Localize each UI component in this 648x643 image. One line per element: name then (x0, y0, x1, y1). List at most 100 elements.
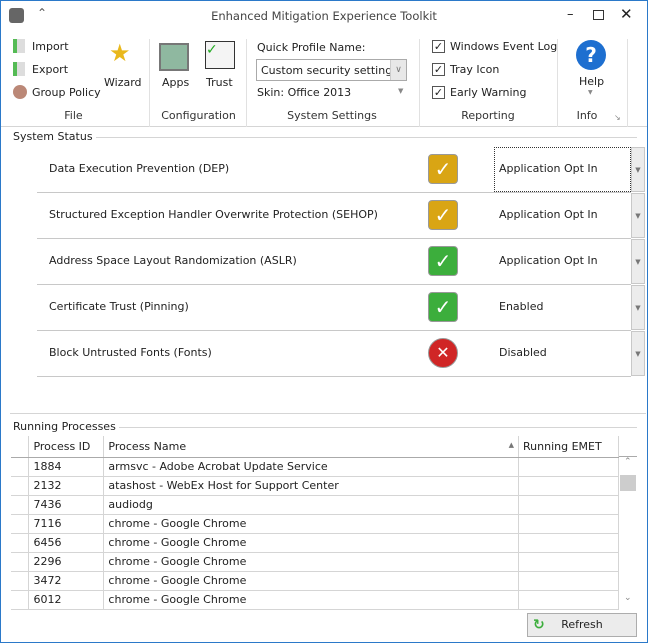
import-icon (13, 39, 25, 53)
status-row-aslr: Address Space Layout Randomization (ASLR… (37, 239, 631, 285)
table-row[interactable]: 7436 audiodg (11, 495, 619, 515)
status-value-select[interactable]: Application Opt In (499, 254, 598, 267)
status-value-select[interactable]: Enabled (499, 300, 543, 313)
process-name-cell: atashost - WebEx Host for Support Center (103, 476, 520, 496)
table-row[interactable]: 2296 chrome - Google Chrome (11, 552, 619, 572)
early-warning-label: Early Warning (450, 86, 527, 99)
skin-select[interactable]: Skin: Office 2013 (257, 86, 351, 99)
column-header-running-emet[interactable]: Running EMET (518, 436, 619, 458)
row-indicator (11, 457, 30, 477)
column-header-process-id[interactable]: Process ID (28, 436, 105, 458)
skin-dropdown-icon[interactable]: ▼ (398, 87, 403, 95)
running-emet-cell (518, 571, 619, 591)
status-row-fonts: Block Untrusted Fonts (Fonts) ✕ Disabled (37, 331, 631, 377)
close-button[interactable]: ✕ (620, 5, 633, 23)
group-policy-icon (13, 85, 27, 99)
aslr-dropdown-button[interactable]: ▼ (631, 239, 645, 284)
row-indicator (11, 495, 30, 515)
table-row[interactable]: 7116 chrome - Google Chrome (11, 514, 619, 534)
windows-event-log-checkbox[interactable]: ✓ (432, 40, 445, 53)
table-row[interactable]: 3472 chrome - Google Chrome (11, 571, 619, 591)
dialog-launcher-icon[interactable]: ↘ (614, 113, 621, 122)
chevron-down-icon[interactable]: ∨ (390, 60, 406, 80)
dep-dropdown-button[interactable]: ▼ (631, 147, 645, 192)
process-id-cell: 7436 (28, 495, 105, 515)
status-row-dep: Data Execution Prevention (DEP) ✓ Applic… (37, 147, 631, 193)
status-name: Certificate Trust (Pinning) (49, 300, 189, 313)
refresh-button[interactable]: ↻ Refresh (527, 613, 637, 637)
fonts-dropdown-button[interactable]: ▼ (631, 331, 645, 376)
scroll-up-icon[interactable]: ⌃ (624, 457, 632, 467)
help-dropdown-icon[interactable]: ▼ (588, 89, 593, 96)
row-indicator-header (11, 436, 30, 458)
process-id-cell: 7116 (28, 514, 105, 534)
table-row[interactable]: 6012 chrome - Google Chrome (11, 590, 619, 610)
vertical-scrollbar[interactable]: ⌃ ⌄ (619, 457, 637, 608)
row-indicator (11, 514, 30, 534)
running-emet-cell (518, 476, 619, 496)
group-label-info: Info (576, 109, 598, 122)
status-value-select[interactable]: Application Opt In (499, 208, 598, 221)
table-row[interactable]: 6456 chrome - Google Chrome (11, 533, 619, 553)
quick-profile-select[interactable]: Custom security settings ∨ (256, 59, 407, 81)
group-label-configuration: Configuration (161, 109, 236, 122)
ok-check-icon: ✓ (428, 292, 458, 322)
sort-ascending-icon: ▲ (508, 441, 515, 449)
scrollbar-thumb[interactable] (620, 475, 636, 491)
running-processes-title: Running Processes (10, 420, 119, 433)
status-name: Address Space Layout Randomization (ASLR… (49, 254, 297, 267)
process-name-cell: chrome - Google Chrome (103, 514, 520, 534)
process-table: Process ID Process Name ▲ Running EMET 18… (11, 436, 619, 610)
warning-check-icon: ✓ (428, 200, 458, 230)
column-header-process-name[interactable]: Process Name ▲ (103, 436, 520, 458)
apps-icon (159, 43, 189, 71)
group-label-reporting: Reporting (461, 109, 515, 122)
running-emet-cell (518, 457, 619, 477)
export-button[interactable]: Export (32, 63, 68, 76)
row-indicator (11, 571, 30, 591)
running-emet-cell (518, 495, 619, 515)
app-window: ⌃ Enhanced Mitigation Experience Toolkit… (0, 0, 648, 643)
process-name-cell: audiodg (103, 495, 520, 515)
running-emet-cell (518, 590, 619, 610)
row-indicator (11, 552, 30, 572)
help-button[interactable]: Help (579, 75, 604, 88)
minimize-button[interactable]: – (567, 7, 574, 22)
early-warning-checkbox[interactable]: ✓ (432, 86, 445, 99)
pinning-dropdown-button[interactable]: ▼ (631, 285, 645, 330)
running-emet-cell (518, 514, 619, 534)
quick-profile-label: Quick Profile Name: (257, 41, 366, 54)
process-id-cell: 1884 (28, 457, 105, 477)
windows-event-log-label: Windows Event Log (450, 40, 558, 53)
status-row-sehop: Structured Exception Handler Overwrite P… (37, 193, 631, 239)
trust-button[interactable]: Trust (206, 76, 233, 89)
column-label: Process Name (108, 439, 187, 453)
trust-icon: ✓ (205, 41, 235, 69)
process-name-cell: chrome - Google Chrome (103, 571, 520, 591)
focus-rect (494, 147, 631, 192)
table-row[interactable]: 1884 armsvc - Adobe Acrobat Update Servic… (11, 457, 619, 477)
status-name: Data Execution Prevention (DEP) (49, 162, 230, 175)
refresh-label: Refresh (561, 618, 603, 631)
process-name-cell: chrome - Google Chrome (103, 590, 520, 610)
apps-button[interactable]: Apps (162, 76, 189, 89)
tray-icon-checkbox[interactable]: ✓ (432, 63, 445, 76)
status-value-select[interactable]: Disabled (499, 346, 547, 359)
system-status-title: System Status (10, 130, 96, 143)
import-button[interactable]: Import (32, 40, 69, 53)
process-name-cell: chrome - Google Chrome (103, 552, 520, 572)
process-name-cell: armsvc - Adobe Acrobat Update Service (103, 457, 520, 477)
maximize-button[interactable] (593, 10, 604, 20)
group-label-system-settings: System Settings (287, 109, 377, 122)
export-icon (13, 62, 25, 76)
quick-profile-value: Custom security settings (261, 64, 398, 77)
table-row[interactable]: 2132 atashost - WebEx Host for Support Ce… (11, 476, 619, 496)
sehop-dropdown-button[interactable]: ▼ (631, 193, 645, 238)
status-name: Block Untrusted Fonts (Fonts) (49, 346, 212, 359)
ok-check-icon: ✓ (428, 246, 458, 276)
group-policy-button[interactable]: Group Policy (32, 86, 101, 99)
scroll-down-icon[interactable]: ⌄ (624, 593, 632, 603)
process-id-cell: 6012 (28, 590, 105, 610)
wizard-button[interactable]: Wizard (104, 76, 142, 89)
group-label-file: File (64, 109, 83, 122)
